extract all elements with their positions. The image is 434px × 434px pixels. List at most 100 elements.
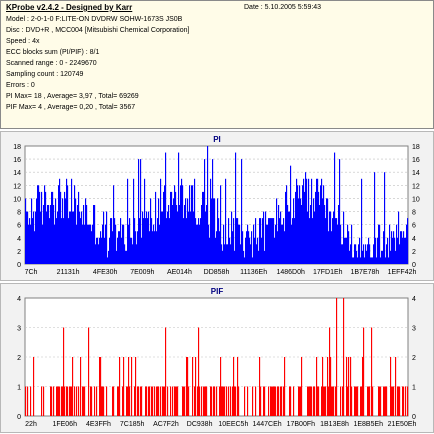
data-bar [372,386,374,416]
data-bar [199,224,201,264]
data-bar [30,224,32,264]
data-bar [240,244,242,264]
data-bar [63,218,65,264]
data-bar [67,386,69,416]
data-bar [183,218,185,264]
data-bar [102,386,104,416]
data-bar [346,237,348,264]
data-bar [329,327,331,416]
data-bar [124,244,126,264]
data-bar [198,327,200,416]
data-bar [211,386,213,416]
data-bar [59,386,61,416]
data-bar [378,386,380,416]
x-tick-label: 1447CEh [252,421,281,428]
data-bar [62,198,64,264]
data-bar [228,386,230,416]
data-bar [293,198,295,264]
data-bar [362,250,364,264]
data-bar [320,185,322,264]
data-bar [384,386,386,416]
data-bar [281,224,283,264]
data-bar [43,205,45,264]
y-tick-label-right: 3 [412,326,416,333]
data-bar [101,237,103,264]
x-tick-label: 1B7E78h [350,269,379,276]
data-bar [393,386,395,416]
data-bar [25,386,27,416]
data-bar [123,357,125,416]
data-bar [407,218,409,264]
data-bar [373,244,375,264]
data-bar [179,205,181,264]
data-bar [156,231,158,264]
data-bar [292,218,294,264]
data-bar [323,386,325,416]
data-bar [129,218,131,264]
data-bar [232,231,234,264]
data-bar [273,218,275,264]
data-bar [210,178,212,264]
x-tick-label: AE014h [167,269,192,276]
data-bar [76,386,78,416]
data-bar [27,386,29,416]
data-bar [137,386,139,416]
data-bar [298,386,300,416]
y-tick-label-right: 2 [412,355,416,362]
y-tick-label: 0 [17,414,21,421]
data-bar [131,357,133,416]
data-bar [35,211,37,264]
data-bar [60,191,62,264]
data-bar [81,211,83,264]
data-bar [195,218,197,264]
data-bar [91,386,93,416]
data-bar [267,224,269,264]
data-bar [121,237,123,264]
data-bar [209,237,211,264]
data-bar [61,218,63,264]
data-bar [275,386,277,416]
data-bar [343,298,345,416]
data-bar [212,159,214,264]
x-tick-label: 1486D0h [276,269,305,276]
data-bar [363,327,365,416]
data-bar [272,218,274,264]
data-bar [192,185,194,264]
data-bar [286,185,288,264]
data-bar [394,237,396,264]
data-bar [377,237,379,264]
data-bar [149,386,151,416]
data-bar [143,218,145,264]
data-bar [74,185,76,264]
data-bar [115,224,117,264]
data-bar [82,224,84,264]
data-bar [242,231,244,264]
data-bar [175,386,177,416]
y-tick-label-right: 1 [412,385,416,392]
data-bar [152,231,154,264]
data-bar [233,218,235,264]
data-bar [216,386,218,416]
data-bar [190,211,192,264]
x-tick-label: 4E3FFh [86,421,111,428]
data-bar [207,146,209,264]
data-bar [405,386,407,416]
data-bar [371,327,373,416]
x-tick-label: DD858h [204,269,230,276]
data-bar [66,386,68,416]
data-bar [74,386,76,416]
data-bar [310,205,312,264]
data-bar [391,231,393,264]
data-bar [162,386,164,416]
x-tick-label: 1B13E8h [320,421,349,428]
data-bar [78,191,80,264]
data-bar [311,178,313,264]
data-bar [237,218,239,264]
data-bar [140,386,142,416]
data-bar [195,357,197,416]
data-bar [254,237,256,264]
y-tick-label: 0 [17,262,21,269]
data-bar [353,257,355,264]
data-bar [146,211,148,264]
data-bar [230,244,232,264]
